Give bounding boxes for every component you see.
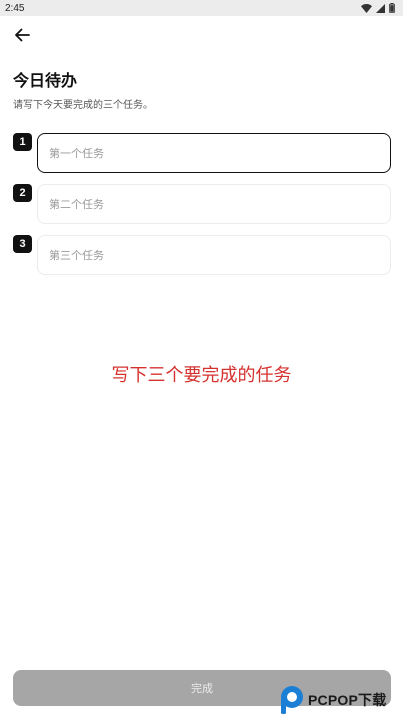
task-input-1[interactable]: [37, 133, 391, 173]
watermark-logo-text: PCPOP下载: [308, 692, 387, 708]
pcpop-logo-icon: [281, 686, 303, 714]
watermark: PCPOP下载: [279, 684, 401, 716]
task-row-1: 1: [13, 133, 391, 173]
signal-icon: [376, 3, 385, 13]
task-number-badge: 3: [13, 235, 32, 253]
status-bar: 2:45: [0, 0, 403, 16]
page-subtitle: 请写下今天要完成的三个任务。: [13, 100, 153, 111]
back-button[interactable]: [10, 25, 34, 45]
task-row-3: 3: [13, 235, 391, 275]
task-number-badge: 2: [13, 184, 32, 202]
task-number-badge: 1: [13, 133, 32, 151]
status-time: 2:45: [5, 2, 25, 14]
wifi-icon: [361, 3, 372, 13]
battery-icon: [389, 3, 395, 13]
task-row-2: 2: [13, 184, 391, 224]
status-icons: [361, 3, 395, 13]
task-input-3[interactable]: [37, 235, 391, 275]
task-input-2[interactable]: [37, 184, 391, 224]
page-title: 今日待办: [13, 71, 78, 90]
arrow-left-icon: [15, 28, 30, 42]
hint-text: 写下三个要完成的任务: [111, 365, 292, 386]
